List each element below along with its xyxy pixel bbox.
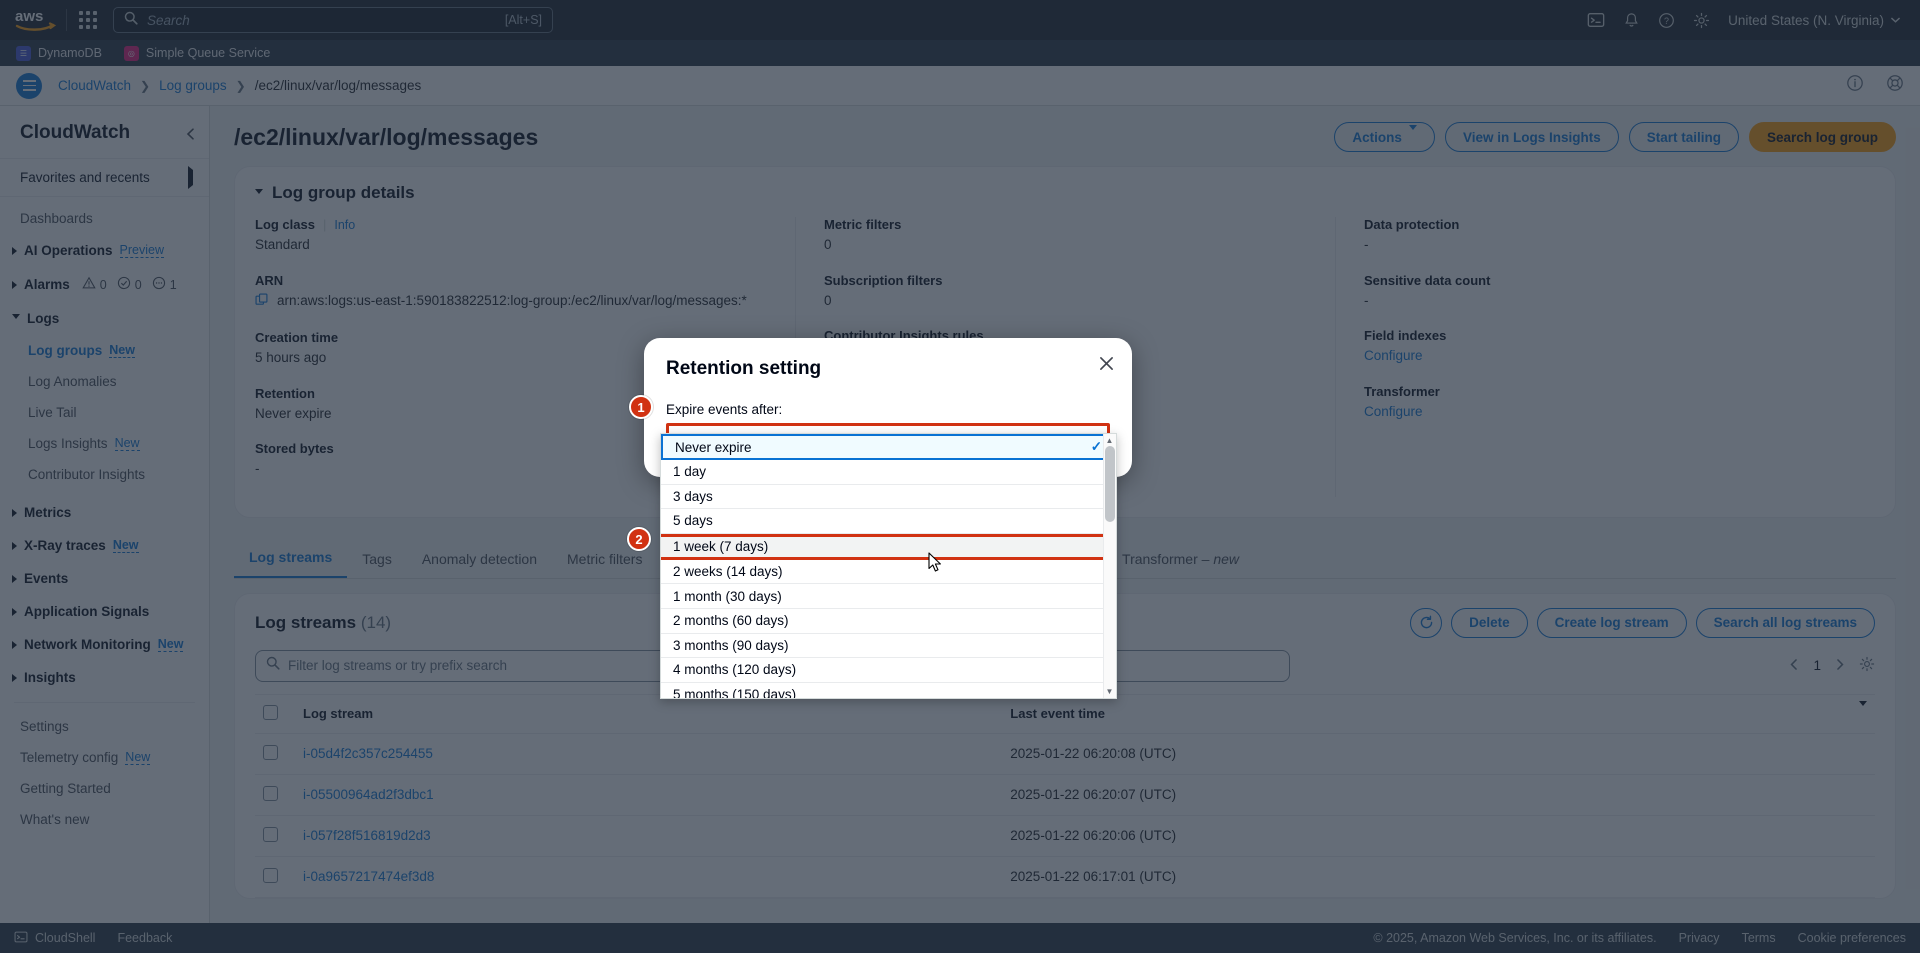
option-label: 4 months (120 days) — [673, 662, 796, 677]
expire-events-after-label: Expire events after: — [666, 402, 1110, 417]
option-label: 2 months (60 days) — [673, 613, 789, 628]
dropdown-option-3-months[interactable]: 3 months (90 days) — [661, 634, 1116, 659]
option-label: 5 months (150 days) — [673, 687, 796, 698]
annotation-badge-2: 2 — [627, 527, 651, 551]
modal-title: Retention setting — [666, 358, 1110, 380]
dropdown-option-1-month[interactable]: 1 month (30 days) — [661, 584, 1116, 609]
dropdown-option-1-day[interactable]: 1 day — [661, 460, 1116, 485]
dropdown-option-4-months[interactable]: 4 months (120 days) — [661, 658, 1116, 683]
option-label: 3 months (90 days) — [673, 638, 789, 653]
option-label: 1 week (7 days) — [673, 539, 768, 554]
option-label: 1 month (30 days) — [673, 589, 782, 604]
dropdown-option-never-expire[interactable]: Never expire ✓ — [661, 434, 1116, 460]
dropdown-scrollbar[interactable]: ▲ ▼ — [1103, 434, 1116, 698]
check-icon: ✓ — [1091, 439, 1102, 455]
dropdown-option-2-weeks[interactable]: 2 weeks (14 days) — [661, 560, 1116, 585]
dropdown-option-1-week[interactable]: 1 week (7 days) — [661, 534, 1116, 560]
close-icon[interactable] — [1099, 356, 1114, 376]
scroll-up-icon[interactable]: ▲ — [1104, 435, 1115, 446]
dropdown-option-5-months[interactable]: 5 months (150 days) — [661, 683, 1116, 698]
retention-options-dropdown[interactable]: Never expire ✓ 1 day 3 days 5 days 1 wee… — [660, 433, 1117, 699]
scrollbar-thumb[interactable] — [1105, 446, 1115, 522]
scroll-down-icon[interactable]: ▼ — [1104, 686, 1115, 697]
dropdown-option-5-days[interactable]: 5 days — [661, 509, 1116, 534]
mouse-cursor-icon — [928, 552, 944, 579]
dropdown-scroll-area[interactable]: Never expire ✓ 1 day 3 days 5 days 1 wee… — [661, 434, 1116, 698]
option-label: Never expire — [675, 440, 752, 455]
option-label: 5 days — [673, 513, 713, 528]
dropdown-option-3-days[interactable]: 3 days — [661, 485, 1116, 510]
annotation-badge-1: 1 — [629, 395, 653, 419]
option-label: 2 weeks (14 days) — [673, 564, 783, 579]
option-label: 3 days — [673, 489, 713, 504]
option-label: 1 day — [673, 464, 706, 479]
dropdown-option-2-months[interactable]: 2 months (60 days) — [661, 609, 1116, 634]
